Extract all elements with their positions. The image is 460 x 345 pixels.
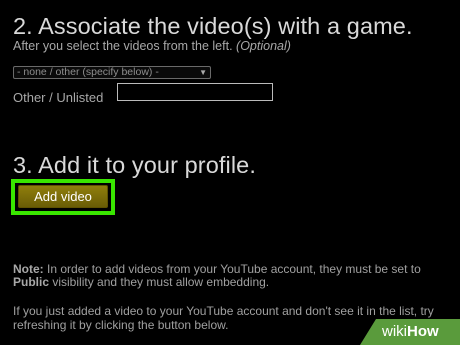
game-select-value: - none / other (specify below) -	[17, 66, 159, 78]
game-select[interactable]: - none / other (specify below) - ▼	[13, 66, 211, 79]
note-text-part-1: In order to add videos from your YouTube…	[43, 262, 421, 276]
add-video-button[interactable]: Add video	[18, 185, 108, 208]
other-unlisted-label: Other / Unlisted	[13, 90, 104, 105]
add-to-profile-heading: 3. Add it to your profile.	[13, 152, 256, 178]
chevron-down-icon: ▼	[199, 68, 207, 77]
wikihow-watermark: wikiHow	[360, 319, 460, 345]
note-public: Public	[13, 275, 50, 289]
note-text: Note: In order to add videos from your Y…	[13, 263, 453, 289]
note-label: Note:	[13, 262, 44, 276]
watermark-part-1: wiki	[382, 323, 407, 340]
other-unlisted-input[interactable]	[117, 83, 273, 101]
watermark-part-2: How	[407, 323, 439, 340]
note-text-part-2: visibility and they must allow embedding…	[49, 275, 270, 289]
optional-label: (Optional)	[236, 39, 291, 53]
associate-game-heading: 2. Associate the video(s) with a game.	[13, 13, 413, 39]
associate-helper-text: After you select the videos from the lef…	[13, 39, 291, 53]
helper-text-main: After you select the videos from the lef…	[13, 39, 237, 53]
